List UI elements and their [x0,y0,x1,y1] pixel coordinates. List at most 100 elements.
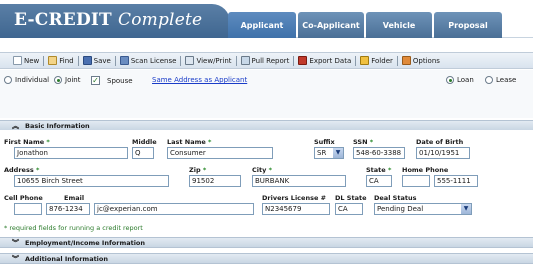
city-input[interactable]: BURBANK [252,175,346,187]
tab-vehicle[interactable]: Vehicle [366,12,432,38]
expand-down-icon: ︾ [12,254,19,263]
scan-license-button[interactable]: Scan License [117,53,180,68]
required-fields-note: * required fields for running a credit r… [4,224,143,232]
tab-bar: Applicant Co-Applicant Vehicle Proposal [228,12,502,38]
tab-co-applicant[interactable]: Co-Applicant [298,12,364,38]
toolbar: New Find Save Scan License View/Print Pu… [0,52,533,69]
last-name-label: Last Name * [167,138,212,146]
options-button[interactable]: Options [399,53,443,68]
suffix-value: SR [317,149,327,157]
chevron-down-icon: ▼ [333,148,343,158]
app-logo: E-CREDIT Complete [14,10,202,30]
toolbar-divider [293,55,295,66]
logo-italic: Complete [118,10,203,30]
joint-radio[interactable] [54,76,62,84]
save-button[interactable]: Save [80,53,114,68]
find-folder-icon [48,56,58,65]
loan-radio[interactable] [446,76,454,84]
deal-status-select[interactable]: Pending Deal ▼ [374,203,472,215]
folder-icon [360,56,370,65]
toolbar-divider [114,55,116,66]
dl-state-input[interactable]: CA [335,203,363,215]
joint-option[interactable]: Joint [54,76,80,84]
scanner-icon [119,56,129,65]
toolbar-divider [43,55,45,66]
basic-info-title: Basic Information [25,121,90,130]
city-label: City * [252,166,273,174]
pull-report-button[interactable]: Pull Report [238,53,293,68]
new-button[interactable]: New [10,53,42,68]
zip-input[interactable]: 91502 [189,175,241,187]
pull-report-label: Pull Report [251,56,290,65]
export-label: Export Data [309,56,352,65]
new-label: New [24,56,40,65]
loan-option[interactable]: Loan [446,76,474,84]
find-label: Find [59,56,74,65]
state-input[interactable]: CA [366,175,392,187]
dl-state-label: DL State [335,194,367,202]
expand-down-icon: ︾ [12,238,19,247]
view-print-label: View/Print [196,56,232,65]
find-button[interactable]: Find [45,53,76,68]
spouse-option[interactable]: ✓ Spouse [91,76,133,85]
suffix-label: Suffix [314,138,335,146]
drivers-license-input[interactable]: N2345679 [262,203,330,215]
tab-proposal[interactable]: Proposal [434,12,502,38]
address-label: Address * [4,166,40,174]
email-label: Email [64,194,85,202]
employment-info-header[interactable]: ︾ Employment/Income Information [0,237,533,248]
individual-radio[interactable] [4,76,12,84]
toolbar-divider [77,55,79,66]
lease-option[interactable]: Lease [485,76,516,84]
brand-banner: E-CREDIT Complete [0,4,230,38]
new-document-icon [13,56,22,65]
address-input[interactable]: 10655 Birch Street [14,175,169,187]
app-header: E-CREDIT Complete Applicant Co-Applicant… [0,0,533,38]
toolbar-divider [396,55,398,66]
view-print-button[interactable]: View/Print [182,53,234,68]
first-name-input[interactable]: Jonathon [14,147,128,159]
save-disk-icon [82,56,92,65]
ssn-label: SSN * [353,138,374,146]
first-name-label: First Name * [4,138,50,146]
same-address-link[interactable]: Same Address as Applicant [152,76,247,84]
spouse-label: Spouse [107,76,133,85]
scan-label: Scan License [130,56,177,65]
deal-status-value: Pending Deal [377,205,424,213]
logo-main: E-CREDIT [14,10,112,30]
last-name-input[interactable]: Consumer [167,147,273,159]
additional-info-header[interactable]: ︾ Additional Information [0,253,533,264]
zip-label: Zip * [189,166,207,174]
joint-label: Joint [65,76,81,84]
cell-phone-number-input[interactable]: 876-1234 [46,203,90,215]
lease-radio[interactable] [485,76,493,84]
lease-label: Lease [496,76,517,84]
loan-label: Loan [457,76,474,84]
email-input[interactable]: jc@experian.com [94,203,254,215]
save-label: Save [93,56,111,65]
cell-phone-area-input[interactable] [14,203,42,215]
home-phone-area-input[interactable] [402,175,430,187]
middle-input[interactable]: Q [132,147,154,159]
folder-button[interactable]: Folder [357,53,396,68]
additional-info-title: Additional Information [25,254,109,263]
ssn-input[interactable]: 548-60-3388 [353,147,405,159]
applicant-type-row: Individual Joint ✓ Spouse Same Address a… [0,70,533,118]
individual-option[interactable]: Individual [4,76,49,84]
home-phone-number-input[interactable]: 555-1111 [434,175,478,187]
suffix-select[interactable]: SR ▼ [314,147,344,159]
options-icon [401,56,411,65]
export-data-button[interactable]: Export Data [295,53,354,68]
dob-label: Date of Birth [416,138,464,146]
deal-status-label: Deal Status [374,194,417,202]
chevron-down-icon: ▼ [461,204,471,214]
toolbar-divider [355,55,357,66]
home-phone-label: Home Phone [402,166,449,174]
spouse-checkbox[interactable]: ✓ [91,76,100,85]
employment-info-title: Employment/Income Information [25,238,146,247]
dob-input[interactable]: 01/10/1951 [416,147,470,159]
individual-label: Individual [15,76,50,84]
tab-applicant[interactable]: Applicant [228,12,296,38]
basic-info-form: First Name * Middle Last Name * Suffix S… [0,130,533,235]
middle-label: Middle [132,138,157,146]
